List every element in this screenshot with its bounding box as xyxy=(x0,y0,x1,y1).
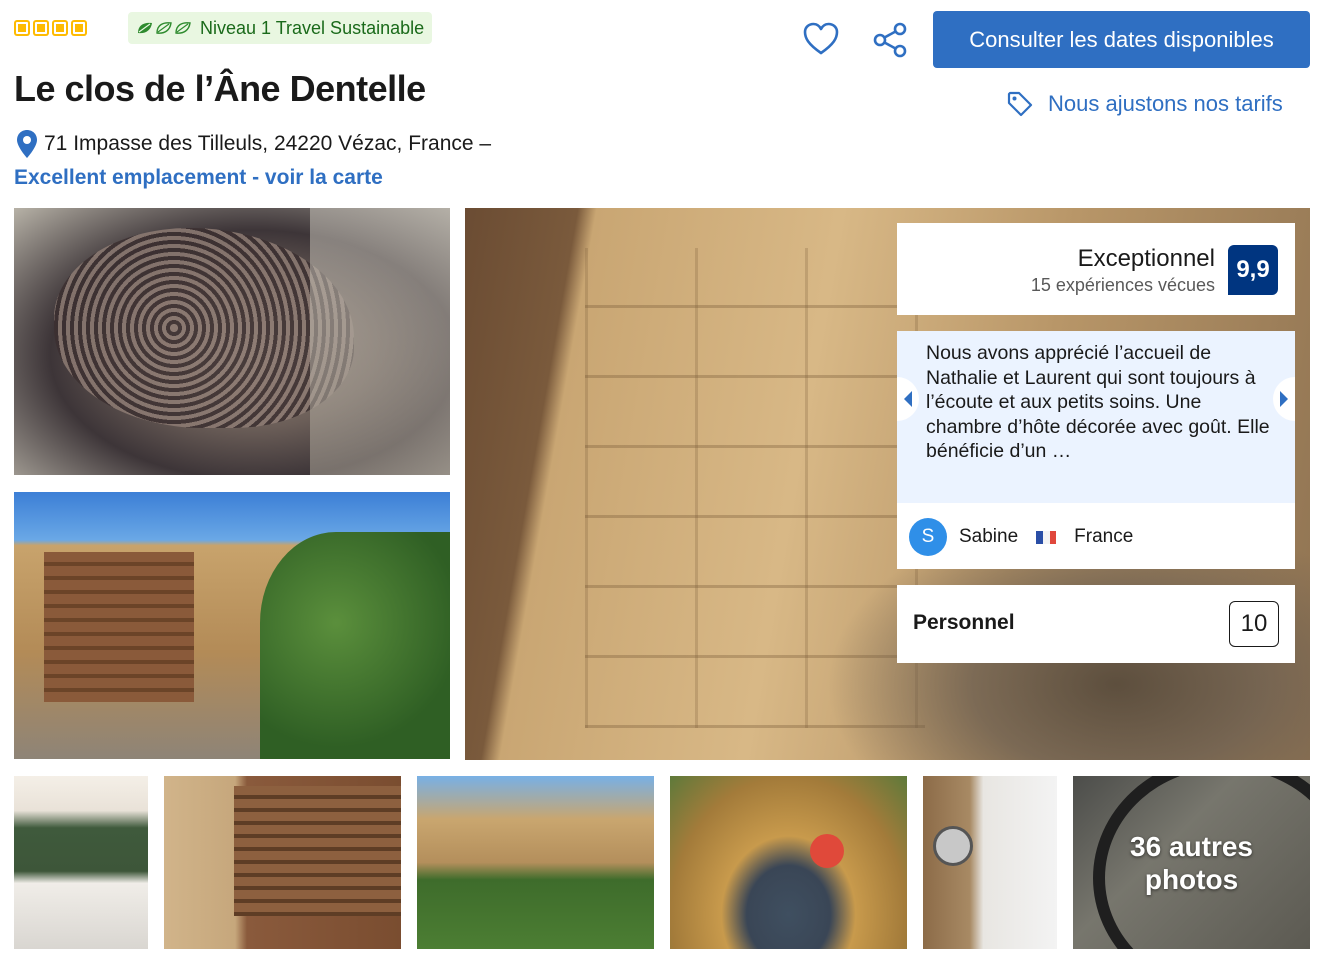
france-flag-icon xyxy=(1036,530,1057,544)
reviewer-name: Sabine xyxy=(959,526,1019,547)
reviewer-info: S Sabine France xyxy=(909,518,1133,556)
more-photos-label: 36 autres photos xyxy=(1130,830,1253,895)
check-availability-button[interactable]: Consulter les dates disponibles xyxy=(933,11,1310,68)
star-icon xyxy=(71,20,87,36)
featured-review-card: Nous avons apprécié l’accueil de Nathali… xyxy=(897,331,1295,569)
property-address: 71 Impasse des Tilleuls, 24220 Vézac, Fr… xyxy=(14,128,491,160)
share-icon[interactable] xyxy=(870,20,910,60)
thumbnail-wooden-shutters[interactable] xyxy=(164,776,401,949)
leaf-icon xyxy=(175,22,191,34)
category-score-card: Personnel 10 xyxy=(897,585,1295,663)
star-icon xyxy=(14,20,30,36)
price-match-link[interactable]: Nous ajustons nos tarifs xyxy=(1006,90,1283,118)
address-text: 71 Impasse des Tilleuls, 24220 Vézac, Fr… xyxy=(44,132,492,155)
tag-icon xyxy=(1007,91,1033,117)
avatar: S xyxy=(909,518,947,556)
review-count: 15 expériences vécues xyxy=(1030,275,1215,295)
map-pin-icon xyxy=(17,130,37,158)
price-match-label: Nous ajustons nos tarifs xyxy=(1048,91,1283,116)
property-title: Le clos de l’Âne Dentelle xyxy=(14,68,426,109)
review-quote[interactable]: Nous avons apprécié l’accueil de Nathali… xyxy=(897,331,1295,503)
heart-icon[interactable] xyxy=(802,20,840,58)
category-score: 10 xyxy=(1229,601,1279,647)
star-rating xyxy=(14,20,87,36)
sustainability-label: Niveau 1 Travel Sustainable xyxy=(200,17,425,38)
photo-donkey-sculpture[interactable] xyxy=(14,208,450,475)
thumbnail-doorway-flowers[interactable] xyxy=(670,776,907,949)
leaf-icon xyxy=(156,22,172,34)
photo-house-exterior[interactable] xyxy=(14,492,450,759)
sustainability-badge[interactable]: Niveau 1 Travel Sustainable xyxy=(128,12,433,44)
star-icon xyxy=(52,20,68,36)
category-label: Personnel xyxy=(913,611,1015,634)
leaf-icon-group xyxy=(136,21,192,35)
review-score-label: Exceptionnel xyxy=(1077,245,1215,272)
reviewer-country: France xyxy=(1074,526,1134,547)
thumbnail-corridor[interactable] xyxy=(923,776,1057,949)
thumbnail-more-photos[interactable]: 36 autres photos xyxy=(1073,776,1310,949)
thumbnail-bedroom[interactable] xyxy=(14,776,148,949)
review-score-badge: 9,9 xyxy=(1228,245,1278,295)
leaf-icon xyxy=(138,22,152,34)
star-icon xyxy=(33,20,49,36)
thumbnail-garden-facade[interactable] xyxy=(417,776,654,949)
view-map-link[interactable]: Excellent emplacement - voir la carte xyxy=(14,166,383,190)
review-score-card[interactable]: Exceptionnel 15 expériences vécues 9,9 xyxy=(897,223,1295,315)
